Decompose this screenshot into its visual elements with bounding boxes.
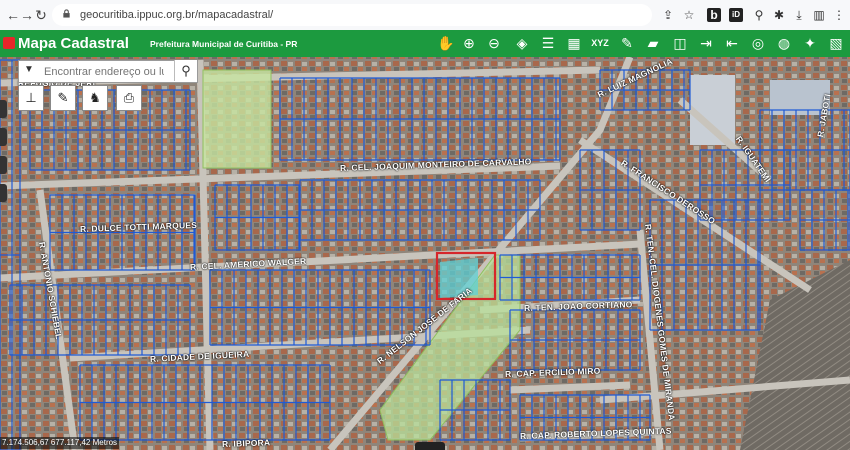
pan-hand-icon[interactable]: ✋ <box>436 33 456 53</box>
coordinates-xy-icon[interactable]: XYZ <box>590 33 610 53</box>
zoom-out-icon[interactable]: ⊖ <box>484 33 504 53</box>
puzzle-icon[interactable]: ✱ <box>771 7 787 23</box>
education-icon[interactable]: ✎ <box>617 33 637 53</box>
side-panel-tab[interactable] <box>0 184 7 202</box>
menu-icon[interactable]: ⋮ <box>831 7 847 23</box>
side-panel-tab[interactable] <box>0 128 7 146</box>
side-panel-tab[interactable] <box>0 100 7 118</box>
gallery-icon[interactable]: ▧ <box>826 33 846 53</box>
green-parcel <box>202 69 272 169</box>
measure-icon[interactable]: ⊥ <box>18 85 44 111</box>
url-text[interactable]: geocuritiba.ippuc.org.br/mapacadastral/ <box>80 9 273 21</box>
split-view-icon[interactable]: ◫ <box>670 33 690 53</box>
side-panel-tab[interactable] <box>0 156 7 174</box>
search-extension-icon[interactable]: ⚲ <box>751 7 767 23</box>
download-icon[interactable]: ⤓ <box>791 7 807 23</box>
globe-icon[interactable]: ◍ <box>774 33 794 53</box>
warehouse-roof <box>690 75 735 145</box>
satellite-map[interactable] <box>0 57 850 450</box>
layers-icon[interactable]: ◈ <box>512 33 532 53</box>
extension-b-icon[interactable]: b <box>707 8 721 22</box>
location-icon[interactable]: ◎ <box>748 33 768 53</box>
app-subtitle: Prefeitura Municipal de Curitiba - PR <box>150 39 298 49</box>
street-label: R. IBIPORA <box>221 437 271 449</box>
browser-toolbar: ← → ↻ geocuritiba.ippuc.org.br/mapacadas… <box>0 0 850 31</box>
grid-icon[interactable]: ▦ <box>564 33 584 53</box>
print-icon[interactable]: ⎙ <box>116 85 142 111</box>
street-view-icon[interactable]: ♞ <box>82 85 108 111</box>
chevron-down-icon[interactable]: ▼ <box>24 64 34 75</box>
lock-icon <box>63 9 70 18</box>
list-icon[interactable]: ☰ <box>538 33 558 53</box>
map-view[interactable]: R. CEL. JOAQUIM MONTEIRO DE CARVALHO R. … <box>0 57 850 450</box>
reload-icon[interactable]: ↻ <box>32 6 50 24</box>
edit-icon[interactable]: ▰ <box>643 33 663 53</box>
draw-pencil-icon[interactable]: ✎ <box>50 85 76 111</box>
app-title: Mapa Cadastral <box>18 35 129 52</box>
export-icon[interactable]: ⇤ <box>722 33 742 53</box>
city-logo-icon <box>3 37 15 49</box>
bottom-panel-handle[interactable] <box>415 442 445 450</box>
coordinate-readout: 7.174.506,67 677.117,42 Metros <box>0 437 120 449</box>
star-icon[interactable]: ☆ <box>681 7 697 23</box>
zoom-in-icon[interactable]: ⊕ <box>459 33 479 53</box>
extension-id-icon[interactable]: iD <box>729 8 743 22</box>
share-icon[interactable]: ⇪ <box>660 7 676 23</box>
search-input[interactable] <box>42 62 166 81</box>
search-icon[interactable]: ⚲ <box>174 60 197 81</box>
sidebar-icon[interactable]: ▥ <box>811 7 827 23</box>
import-icon[interactable]: ⇥ <box>696 33 716 53</box>
settings-icon[interactable]: ✦ <box>800 33 820 53</box>
